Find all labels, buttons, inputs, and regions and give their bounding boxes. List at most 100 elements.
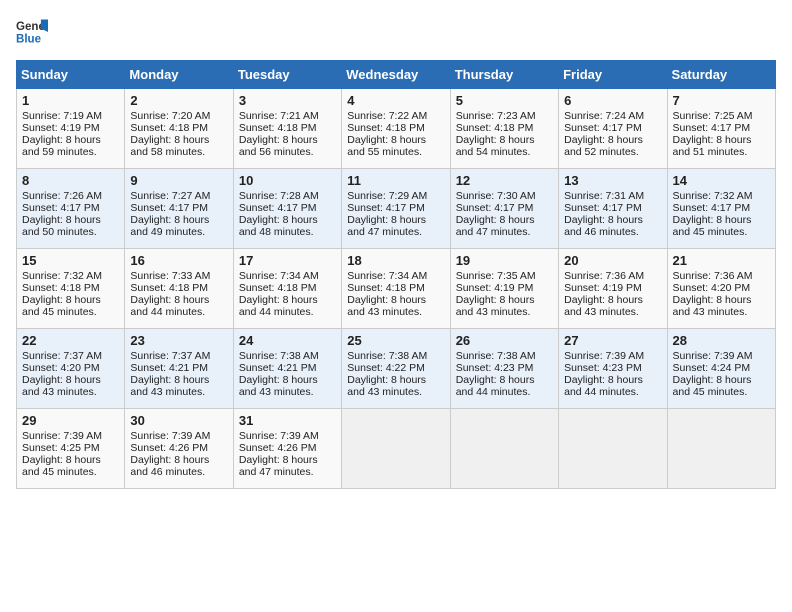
sunrise: Sunrise: 7:19 AM [22, 110, 102, 122]
sunset: Sunset: 4:21 PM [239, 362, 317, 374]
sunset: Sunset: 4:17 PM [347, 202, 425, 214]
day-number: 18 [347, 253, 444, 268]
daylight: Daylight: 8 hours and 43 minutes. [456, 294, 535, 318]
daylight: Daylight: 8 hours and 44 minutes. [564, 374, 643, 398]
sunset: Sunset: 4:17 PM [456, 202, 534, 214]
calendar-cell: 28 Sunrise: 7:39 AM Sunset: 4:24 PM Dayl… [667, 329, 775, 409]
sunrise: Sunrise: 7:34 AM [347, 270, 427, 282]
sunset: Sunset: 4:24 PM [673, 362, 751, 374]
sunset: Sunset: 4:18 PM [456, 122, 534, 134]
sunrise: Sunrise: 7:25 AM [673, 110, 753, 122]
col-header-monday: Monday [125, 61, 233, 89]
day-number: 10 [239, 173, 336, 188]
calendar-cell: 20 Sunrise: 7:36 AM Sunset: 4:19 PM Dayl… [559, 249, 667, 329]
sunset: Sunset: 4:23 PM [456, 362, 534, 374]
calendar-cell: 10 Sunrise: 7:28 AM Sunset: 4:17 PM Dayl… [233, 169, 341, 249]
day-number: 15 [22, 253, 119, 268]
sunrise: Sunrise: 7:34 AM [239, 270, 319, 282]
sunrise: Sunrise: 7:36 AM [564, 270, 644, 282]
sunset: Sunset: 4:18 PM [239, 122, 317, 134]
day-number: 17 [239, 253, 336, 268]
day-number: 30 [130, 413, 227, 428]
sunrise: Sunrise: 7:39 AM [564, 350, 644, 362]
sunset: Sunset: 4:17 PM [673, 122, 751, 134]
calendar-week-4: 22 Sunrise: 7:37 AM Sunset: 4:20 PM Dayl… [17, 329, 776, 409]
sunrise: Sunrise: 7:27 AM [130, 190, 210, 202]
daylight: Daylight: 8 hours and 45 minutes. [22, 294, 101, 318]
col-header-friday: Friday [559, 61, 667, 89]
svg-text:Blue: Blue [16, 34, 42, 46]
daylight: Daylight: 8 hours and 43 minutes. [564, 294, 643, 318]
calendar-cell: 19 Sunrise: 7:35 AM Sunset: 4:19 PM Dayl… [450, 249, 558, 329]
daylight: Daylight: 8 hours and 43 minutes. [347, 374, 426, 398]
sunset: Sunset: 4:17 PM [22, 202, 100, 214]
sunrise: Sunrise: 7:26 AM [22, 190, 102, 202]
calendar-cell: 22 Sunrise: 7:37 AM Sunset: 4:20 PM Dayl… [17, 329, 125, 409]
logo: General Blue [16, 16, 48, 48]
sunrise: Sunrise: 7:23 AM [456, 110, 536, 122]
sunset: Sunset: 4:18 PM [239, 282, 317, 294]
calendar-week-3: 15 Sunrise: 7:32 AM Sunset: 4:18 PM Dayl… [17, 249, 776, 329]
daylight: Daylight: 8 hours and 50 minutes. [22, 214, 101, 238]
day-number: 25 [347, 333, 444, 348]
sunrise: Sunrise: 7:30 AM [456, 190, 536, 202]
calendar-cell: 30 Sunrise: 7:39 AM Sunset: 4:26 PM Dayl… [125, 409, 233, 489]
sunrise: Sunrise: 7:39 AM [22, 430, 102, 442]
calendar-cell: 31 Sunrise: 7:39 AM Sunset: 4:26 PM Dayl… [233, 409, 341, 489]
day-number: 6 [564, 93, 661, 108]
sunrise: Sunrise: 7:39 AM [130, 430, 210, 442]
sunrise: Sunrise: 7:28 AM [239, 190, 319, 202]
sunrise: Sunrise: 7:24 AM [564, 110, 644, 122]
sunrise: Sunrise: 7:38 AM [239, 350, 319, 362]
daylight: Daylight: 8 hours and 49 minutes. [130, 214, 209, 238]
daylight: Daylight: 8 hours and 43 minutes. [239, 374, 318, 398]
calendar-cell: 14 Sunrise: 7:32 AM Sunset: 4:17 PM Dayl… [667, 169, 775, 249]
calendar-week-5: 29 Sunrise: 7:39 AM Sunset: 4:25 PM Dayl… [17, 409, 776, 489]
calendar-cell [667, 409, 775, 489]
day-number: 28 [673, 333, 770, 348]
sunrise: Sunrise: 7:32 AM [673, 190, 753, 202]
day-number: 31 [239, 413, 336, 428]
sunrise: Sunrise: 7:33 AM [130, 270, 210, 282]
sunset: Sunset: 4:18 PM [347, 282, 425, 294]
col-header-thursday: Thursday [450, 61, 558, 89]
day-number: 24 [239, 333, 336, 348]
calendar-cell: 13 Sunrise: 7:31 AM Sunset: 4:17 PM Dayl… [559, 169, 667, 249]
col-header-sunday: Sunday [17, 61, 125, 89]
day-number: 5 [456, 93, 553, 108]
daylight: Daylight: 8 hours and 43 minutes. [347, 294, 426, 318]
day-number: 29 [22, 413, 119, 428]
daylight: Daylight: 8 hours and 59 minutes. [22, 134, 101, 158]
sunrise: Sunrise: 7:38 AM [456, 350, 536, 362]
calendar-week-2: 8 Sunrise: 7:26 AM Sunset: 4:17 PM Dayli… [17, 169, 776, 249]
sunrise: Sunrise: 7:29 AM [347, 190, 427, 202]
daylight: Daylight: 8 hours and 46 minutes. [130, 454, 209, 478]
day-number: 2 [130, 93, 227, 108]
sunset: Sunset: 4:17 PM [239, 202, 317, 214]
sunset: Sunset: 4:26 PM [130, 442, 208, 454]
sunset: Sunset: 4:17 PM [564, 122, 642, 134]
calendar-cell: 21 Sunrise: 7:36 AM Sunset: 4:20 PM Dayl… [667, 249, 775, 329]
sunset: Sunset: 4:20 PM [673, 282, 751, 294]
calendar-cell: 7 Sunrise: 7:25 AM Sunset: 4:17 PM Dayli… [667, 89, 775, 169]
calendar-cell: 23 Sunrise: 7:37 AM Sunset: 4:21 PM Dayl… [125, 329, 233, 409]
daylight: Daylight: 8 hours and 52 minutes. [564, 134, 643, 158]
sunset: Sunset: 4:23 PM [564, 362, 642, 374]
col-header-wednesday: Wednesday [342, 61, 450, 89]
calendar-cell: 2 Sunrise: 7:20 AM Sunset: 4:18 PM Dayli… [125, 89, 233, 169]
calendar-cell [559, 409, 667, 489]
day-number: 21 [673, 253, 770, 268]
daylight: Daylight: 8 hours and 58 minutes. [130, 134, 209, 158]
daylight: Daylight: 8 hours and 46 minutes. [564, 214, 643, 238]
daylight: Daylight: 8 hours and 47 minutes. [347, 214, 426, 238]
calendar-cell: 24 Sunrise: 7:38 AM Sunset: 4:21 PM Dayl… [233, 329, 341, 409]
daylight: Daylight: 8 hours and 45 minutes. [22, 454, 101, 478]
calendar-cell: 26 Sunrise: 7:38 AM Sunset: 4:23 PM Dayl… [450, 329, 558, 409]
daylight: Daylight: 8 hours and 43 minutes. [22, 374, 101, 398]
day-number: 22 [22, 333, 119, 348]
sunrise: Sunrise: 7:31 AM [564, 190, 644, 202]
sunset: Sunset: 4:17 PM [564, 202, 642, 214]
daylight: Daylight: 8 hours and 48 minutes. [239, 214, 318, 238]
day-number: 19 [456, 253, 553, 268]
day-number: 14 [673, 173, 770, 188]
